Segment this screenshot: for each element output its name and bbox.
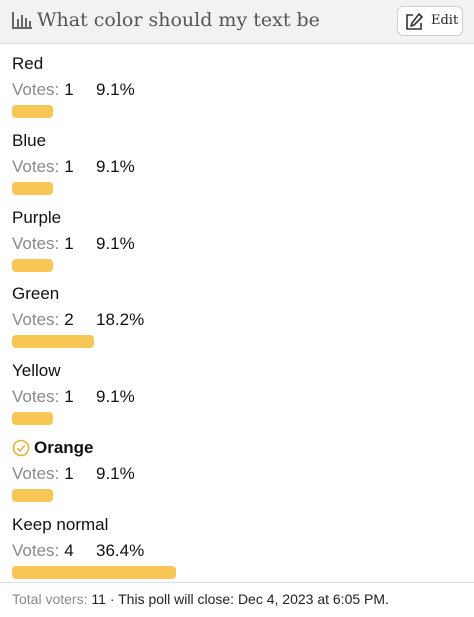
vote-bar xyxy=(12,182,53,195)
check-circle-icon xyxy=(12,439,30,457)
votes-row: Votes: 2 18.2% xyxy=(12,310,144,330)
votes-count: 1 xyxy=(64,157,74,176)
votes-row: Votes: 1 9.1% xyxy=(12,234,135,254)
poll-header: What color should my text be Edit xyxy=(0,0,474,44)
votes-count: 2 xyxy=(64,310,74,329)
footer-separator: · xyxy=(109,591,115,607)
poll-option: Red Votes: 1 9.1% xyxy=(12,54,462,124)
votes-caption: Votes: xyxy=(12,310,60,329)
votes-caption: Votes: xyxy=(12,541,60,560)
votes-count: 1 xyxy=(64,464,74,483)
poll-close-text: This poll will close: Dec 4, 2023 at 6:0… xyxy=(118,591,389,607)
votes-caption: Votes: xyxy=(12,464,60,483)
edit-pencil-icon xyxy=(406,13,423,30)
footer-divider xyxy=(0,582,474,583)
vote-bar xyxy=(12,335,94,348)
votes-percent: 9.1% xyxy=(96,157,135,176)
votes-percent: 9.1% xyxy=(96,464,135,483)
votes-caption: Votes: xyxy=(12,157,60,176)
poll-option: Yellow Votes: 1 9.1% xyxy=(12,361,462,431)
total-voters-label: Total voters: xyxy=(12,591,88,607)
votes-row: Votes: 1 9.1% xyxy=(12,157,135,177)
votes-percent: 9.1% xyxy=(96,387,135,406)
votes-row: Votes: 1 9.1% xyxy=(12,387,135,407)
total-voters-count: 11 xyxy=(91,591,106,607)
votes-percent: 9.1% xyxy=(96,234,135,253)
bar-chart-icon xyxy=(12,12,32,29)
option-label: Purple xyxy=(12,208,62,227)
votes-count: 1 xyxy=(64,80,74,99)
poll-footer: Total voters: 11 · This poll will close:… xyxy=(12,591,389,607)
option-label: Yellow xyxy=(12,361,61,380)
option-label: Green xyxy=(12,284,60,303)
votes-count: 1 xyxy=(64,387,74,406)
option-label: Blue xyxy=(12,131,47,150)
poll-option: Purple Votes: 1 9.1% xyxy=(12,208,462,278)
votes-row: Votes: 1 9.1% xyxy=(12,464,135,484)
option-label: Orange xyxy=(34,438,94,457)
option-label: Keep normal xyxy=(12,515,109,534)
edit-button[interactable]: Edit xyxy=(397,6,463,36)
poll-option: Green Votes: 2 18.2% xyxy=(12,284,462,354)
votes-count: 1 xyxy=(64,234,74,253)
vote-bar xyxy=(12,489,53,502)
votes-caption: Votes: xyxy=(12,234,60,253)
poll-option: Keep normal Votes: 4 36.4% xyxy=(12,515,462,585)
votes-count: 4 xyxy=(64,541,74,560)
votes-percent: 36.4% xyxy=(96,541,145,560)
votes-percent: 18.2% xyxy=(96,310,145,329)
poll-option: Orange Votes: 1 9.1% xyxy=(12,438,462,508)
vote-bar xyxy=(12,105,53,118)
poll-option: Blue Votes: 1 9.1% xyxy=(12,131,462,201)
vote-bar xyxy=(12,259,53,272)
vote-bar xyxy=(12,412,53,425)
poll-title: What color should my text be xyxy=(37,9,320,31)
option-label: Red xyxy=(12,54,44,73)
edit-button-label: Edit xyxy=(431,13,459,28)
votes-caption: Votes: xyxy=(12,387,60,406)
votes-percent: 9.1% xyxy=(96,80,135,99)
vote-bar xyxy=(12,566,176,579)
votes-caption: Votes: xyxy=(12,80,60,99)
votes-row: Votes: 4 36.4% xyxy=(12,541,144,561)
votes-row: Votes: 1 9.1% xyxy=(12,80,135,100)
